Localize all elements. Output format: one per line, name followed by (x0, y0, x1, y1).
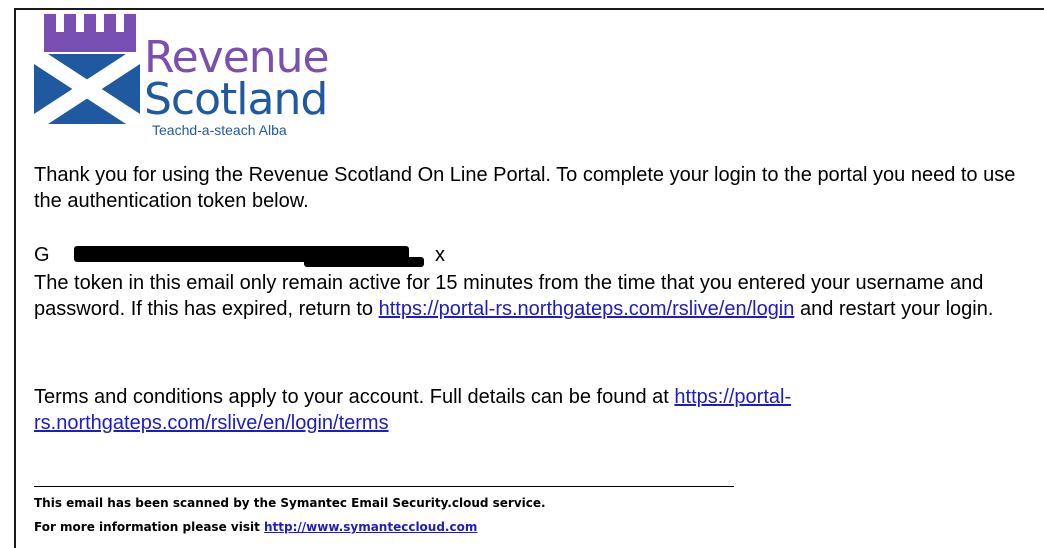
footer-more-info-text: For more information please visit (34, 520, 260, 534)
token-line: G x (34, 244, 445, 267)
token-start: G (34, 244, 50, 266)
token-redaction-lower (304, 257, 424, 267)
symantec-link[interactable]: http://www.symanteccloud.com (264, 520, 477, 534)
footer-more-info: For more information please visit http:/… (34, 520, 477, 534)
token-end: x (435, 244, 445, 266)
revenue-scotland-logo: Revenue Scotland Teachd-a-steach Alba (34, 14, 334, 138)
expiry-tail: and restart your login. (799, 298, 994, 320)
footer-scanned-notice: This email has been scanned by the Syman… (34, 496, 546, 510)
intro-paragraph: Thank you for using the Revenue Scotland… (34, 164, 1016, 212)
login-link[interactable]: https://portal-rs.northgateps.com/rslive… (379, 298, 795, 320)
logo-word-scotland: Scotland (144, 74, 328, 125)
expiry-paragraph: The token in this email only remain acti… (34, 270, 1044, 322)
terms-text: Terms and conditions apply to your accou… (34, 386, 669, 408)
logo-tagline: Teachd-a-steach Alba (152, 122, 287, 138)
terms-paragraph: Terms and conditions apply to your accou… (34, 384, 1044, 436)
saltire-tower-icon (34, 14, 140, 124)
footer-divider (34, 486, 734, 487)
